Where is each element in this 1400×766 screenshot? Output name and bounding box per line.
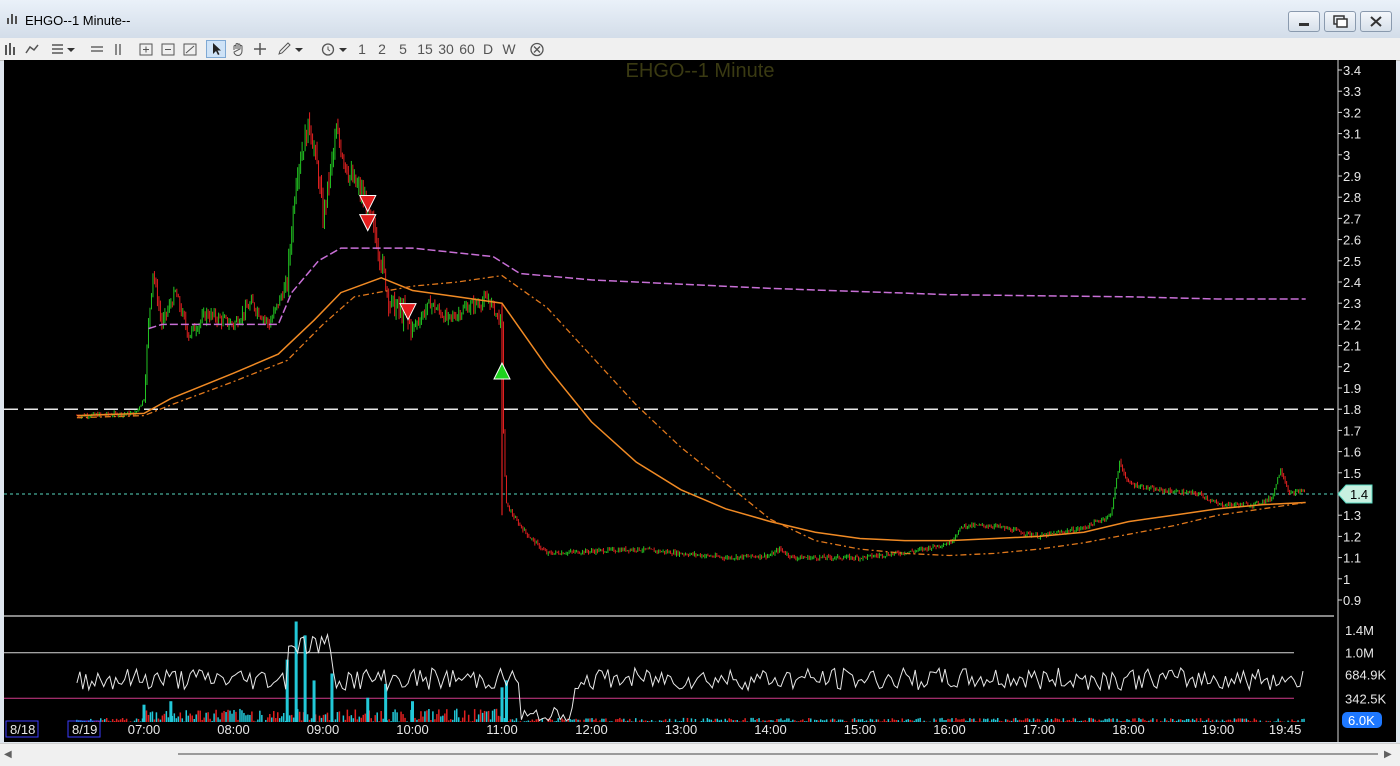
series-line-2	[76, 274, 1306, 557]
chart-area[interactable]: 3.4 3.3 3.2 3.1 3 2.9 2.8 2.7 2.6 2.5 2.4 2.3 2.2 2.1…	[4, 60, 1396, 742]
volume-tick-label: 1.0M	[1345, 646, 1374, 661]
volume-tick-label: 684.9K	[1345, 668, 1387, 683]
price-tick-label: 1.8	[1343, 402, 1361, 417]
time-label: 16:00	[933, 722, 966, 737]
zoom-out-icon[interactable]	[160, 41, 176, 57]
last-price-badge-text: 1.4	[1350, 487, 1368, 502]
window-titlebar: EHGO--1 Minute--	[0, 0, 1400, 39]
price-tick-label: 3.4	[1343, 63, 1361, 78]
circle-x-icon[interactable]	[528, 41, 546, 57]
time-label: 12:00	[575, 722, 608, 737]
close-icon[interactable]	[1360, 11, 1392, 32]
date-label: 8/19	[72, 722, 97, 737]
scroll-left-icon[interactable]: ◀	[4, 749, 14, 761]
price-tick-label: 1	[1343, 572, 1350, 587]
chart-app-icon	[7, 14, 17, 24]
volume-line	[76, 632, 1304, 722]
hand-icon[interactable]	[230, 41, 246, 57]
price-tick-label: 2.6	[1343, 233, 1361, 248]
volume-tick-label: 1.4M	[1345, 623, 1374, 638]
maximize-icon[interactable]	[1324, 11, 1356, 32]
price-tick-label: 1.3	[1343, 508, 1361, 523]
price-tick-label: 1.9	[1343, 381, 1361, 396]
time-label: 07:00	[128, 722, 161, 737]
price-tick-label: 2.2	[1343, 317, 1361, 332]
time-axis: 8/18 8/19 07:00 08:00 09:00 10:00 11:00 12:00 13…	[5, 720, 1302, 738]
price-tick-label: 2.3	[1343, 296, 1361, 311]
volume-bars	[76, 621, 1305, 722]
clock-icon[interactable]	[320, 41, 348, 57]
zoom-fit-icon[interactable]	[182, 41, 198, 57]
split-horizontal-icon[interactable]	[90, 41, 104, 57]
price-pane	[4, 112, 1334, 617]
time-label: 14:00	[754, 722, 787, 737]
price-tick-label: 1.1	[1343, 551, 1361, 566]
price-tick-label: 3.1	[1343, 127, 1361, 142]
price-tick-label: 0.9	[1343, 593, 1361, 608]
interval-60[interactable]: 60	[458, 41, 476, 57]
price-axis: 3.4 3.3 3.2 3.1 3 2.9 2.8 2.7 2.6 2.5 2.4 2.3 2.2 2.1…	[1337, 60, 1373, 742]
zoom-in-icon[interactable]	[138, 41, 154, 57]
price-tick-label: 1.5	[1343, 466, 1361, 481]
interval-30[interactable]: 30	[437, 41, 455, 57]
interval-daily[interactable]: D	[481, 41, 495, 57]
pointer-icon[interactable]	[206, 40, 226, 58]
sell-marker-0	[358, 195, 377, 213]
time-label: 19:00	[1202, 722, 1235, 737]
price-tick-label: 2.5	[1343, 254, 1361, 269]
interval-5[interactable]: 5	[397, 41, 409, 57]
time-label: 13:00	[665, 722, 698, 737]
time-label: 10:00	[396, 722, 429, 737]
chart-title: EHGO--1 Minute	[626, 60, 775, 82]
price-tick-label: 2.8	[1343, 190, 1361, 205]
window-title: EHGO--1 Minute--	[25, 13, 131, 28]
scroll-right-icon[interactable]: ▶	[1384, 749, 1394, 761]
volume-axis: 1.4M 1.0M 684.9K 342.5K 6.0K	[1342, 623, 1387, 728]
time-label: 11:00	[486, 722, 518, 737]
time-label: 09:00	[307, 722, 340, 737]
time-label: 17:00	[1023, 722, 1056, 737]
price-tick-label: 3.3	[1343, 84, 1361, 99]
interval-15[interactable]: 15	[416, 41, 434, 57]
price-tick-label: 3	[1343, 148, 1350, 163]
time-label: 18:00	[1112, 722, 1145, 737]
scroll-thumb[interactable]	[178, 753, 1378, 755]
pencil-icon[interactable]	[276, 41, 304, 57]
time-label: 15:00	[844, 722, 877, 737]
line-style-icon[interactable]	[24, 41, 40, 57]
interval-1[interactable]: 1	[356, 41, 368, 57]
crosshair-icon[interactable]	[252, 41, 268, 57]
time-label: 19:45	[1269, 722, 1302, 737]
series-line-0	[148, 247, 1306, 330]
price-tick-label: 2.4	[1343, 275, 1361, 290]
price-tick-label: 2.7	[1343, 211, 1361, 226]
date-label: 8/18	[10, 722, 35, 737]
price-tick-label: 3.2	[1343, 105, 1361, 120]
price-tick-label: 1.6	[1343, 445, 1361, 460]
bar-chart-icon[interactable]	[4, 41, 18, 57]
volume-badge-text: 6.0K	[1348, 713, 1375, 728]
interval-weekly[interactable]: W	[501, 41, 517, 57]
price-tick-label: 2	[1343, 360, 1350, 375]
horizontal-scrollbar[interactable]: ◀ ▶	[0, 743, 1400, 766]
template-icon[interactable]	[50, 41, 76, 57]
price-tick-label: 1.7	[1343, 423, 1361, 438]
minimize-icon[interactable]	[1288, 11, 1320, 32]
time-label: 08:00	[217, 722, 250, 737]
buy-marker-3	[493, 361, 511, 380]
price-tick-label: 1.2	[1343, 529, 1361, 544]
split-vertical-icon[interactable]	[112, 41, 124, 57]
volume-pane	[4, 621, 1305, 722]
price-tick-label: 2.1	[1343, 339, 1361, 354]
price-chart-svg[interactable]: 3.4 3.3 3.2 3.1 3 2.9 2.8 2.7 2.6 2.5 2.4 2.3 2.2 2.1…	[4, 60, 1396, 742]
price-tick-label: 2.9	[1343, 169, 1361, 184]
interval-2[interactable]: 2	[376, 41, 388, 57]
chart-toolbar: 1 2 5 15 30 60 D W	[0, 38, 1400, 61]
volume-tick-label: 342.5K	[1345, 691, 1387, 706]
